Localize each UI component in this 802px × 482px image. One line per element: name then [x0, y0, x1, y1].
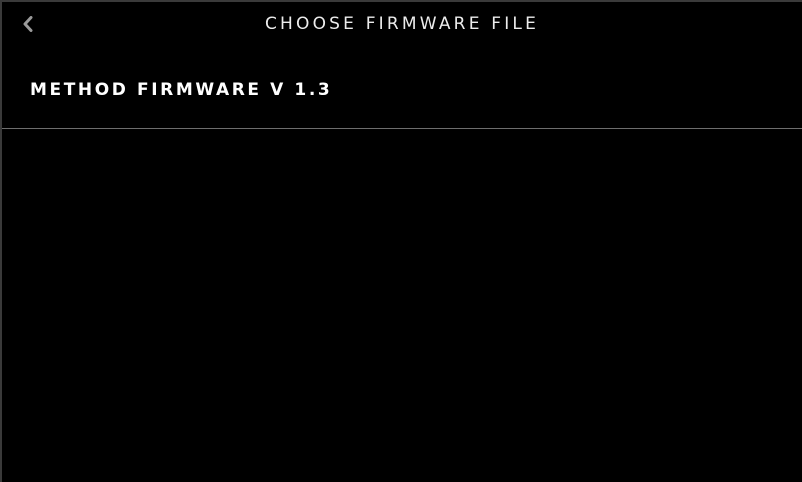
page-title: CHOOSE FIRMWARE FILE [264, 14, 540, 34]
firmware-file-label: METHOD FIRMWARE V 1.3 [30, 80, 333, 100]
header-bar: CHOOSE FIRMWARE FILE [2, 2, 802, 46]
firmware-file-list: METHOD FIRMWARE V 1.3 [2, 46, 802, 129]
firmware-screen: CHOOSE FIRMWARE FILE METHOD FIRMWARE V 1… [0, 0, 802, 482]
list-item-firmware-file[interactable]: METHOD FIRMWARE V 1.3 [2, 46, 802, 129]
